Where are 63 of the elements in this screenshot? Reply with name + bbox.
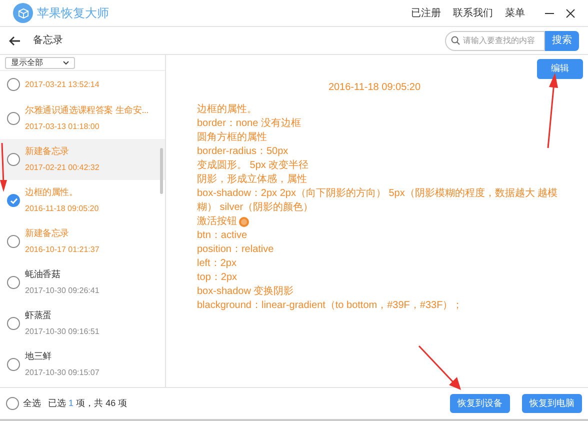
note-text-line: left：2px: [197, 257, 236, 271]
note-date: 2017-02-21 00:42:32: [25, 162, 100, 174]
menu-link[interactable]: 菜单: [505, 6, 525, 20]
note-text-line: box-shadow：2px 2px（向下阴影的方向） 5px（阴影模糊的程度，数据越大 越模糊） silver（阴影的颜色）: [197, 187, 559, 215]
note-text-line: border：none 没有边框: [197, 117, 301, 131]
note-date: 2016-11-18 09:05:20: [328, 81, 421, 95]
note-date: 2017-10-30 09:15:07: [25, 367, 100, 380]
search-icon: [451, 36, 460, 45]
check-icon: [10, 196, 18, 204]
note-text-line: blackground：linear-gradient（to bottom，#39F，#33F）；: [197, 299, 463, 313]
scrollbar-thumb[interactable]: [160, 148, 163, 194]
app-logo-icon: [13, 3, 33, 23]
note-title: 新建备忘录: [25, 226, 70, 240]
app-title: 苹果恢复大师: [37, 5, 109, 22]
note-list-item[interactable]: 新建备忘录 2017-02-21 00:42:32: [0, 139, 165, 180]
note-date: 2017-10-30 09:26:41: [25, 285, 100, 298]
minimize-icon[interactable]: [545, 12, 554, 14]
restore-button[interactable]: 恢复到电脑: [522, 394, 582, 413]
note-date: 2016-11-18 09:05:20: [25, 203, 99, 216]
radio-button[interactable]: [6, 397, 19, 410]
radio-button[interactable]: [7, 235, 20, 248]
note-title: 蚝油香菇: [25, 268, 62, 281]
radio-button[interactable]: [7, 112, 20, 125]
note-text-line: 边框的属性。: [197, 103, 257, 117]
note-title: 地三鲜: [25, 350, 52, 363]
edit-button[interactable]: 编辑: [537, 59, 583, 79]
note-text-line: 阴影，形成立体感，属性: [197, 173, 307, 187]
close-icon[interactable]: [566, 8, 575, 18]
checked-radio[interactable]: [7, 194, 20, 207]
selection-count: 已选 1 项，共 46 项: [48, 396, 128, 410]
search-field[interactable]: 请输入要查找的内容: [445, 30, 545, 50]
note-date: 2016-10-17 01:21:37: [25, 244, 100, 256]
radio-button[interactable]: [7, 78, 20, 91]
note-text-line: 圆角方框的属性: [197, 131, 267, 145]
menu-link[interactable]: 已注册: [411, 6, 441, 20]
radio-button[interactable]: [7, 358, 20, 371]
note-date: 2017-03-21 13:52:14: [25, 78, 100, 90]
select-all-label[interactable]: 全选: [23, 396, 41, 410]
note-date: 2017-03-13 01:18:00: [25, 121, 100, 134]
note-title: 边框的属性。: [25, 186, 79, 199]
page-title: 备忘录: [33, 34, 63, 48]
note-text-line: box-shadow 变换阴影: [197, 285, 294, 299]
note-title: 尔雅通识通选课程答案 生命安...: [25, 104, 149, 117]
menu-link[interactable]: 联系我们: [453, 6, 493, 20]
note-title: 虾蒸蛋: [25, 308, 52, 322]
note-text-line: position：relative: [197, 243, 274, 257]
radio-button[interactable]: [7, 153, 20, 166]
annotation-arrow-drawing: [0, 142, 7, 192]
back-arrow-icon[interactable]: [9, 36, 21, 46]
note-text-line: btn：active: [197, 229, 248, 243]
radio-button[interactable]: [7, 276, 20, 289]
filter-dropdown[interactable]: 显示全部: [5, 56, 75, 68]
search-button[interactable]: 搜索: [545, 30, 579, 50]
note-text-line: border-radius：50px: [197, 145, 288, 159]
note-text-line: top：2px: [197, 271, 238, 285]
chevron-down-icon: [63, 60, 69, 64]
annotation-arrow-drawing: [418, 345, 462, 391]
note-text-line: 变成圆形。 5px 改变半径: [197, 159, 309, 173]
note-title: 新建备忘录: [25, 144, 70, 158]
radio-button[interactable]: [7, 317, 20, 330]
restore-button[interactable]: 恢复到设备: [450, 394, 510, 413]
note-date: 2017-10-30 09:16:51: [25, 326, 100, 338]
note-text-line: 激活按钮: [197, 215, 237, 229]
